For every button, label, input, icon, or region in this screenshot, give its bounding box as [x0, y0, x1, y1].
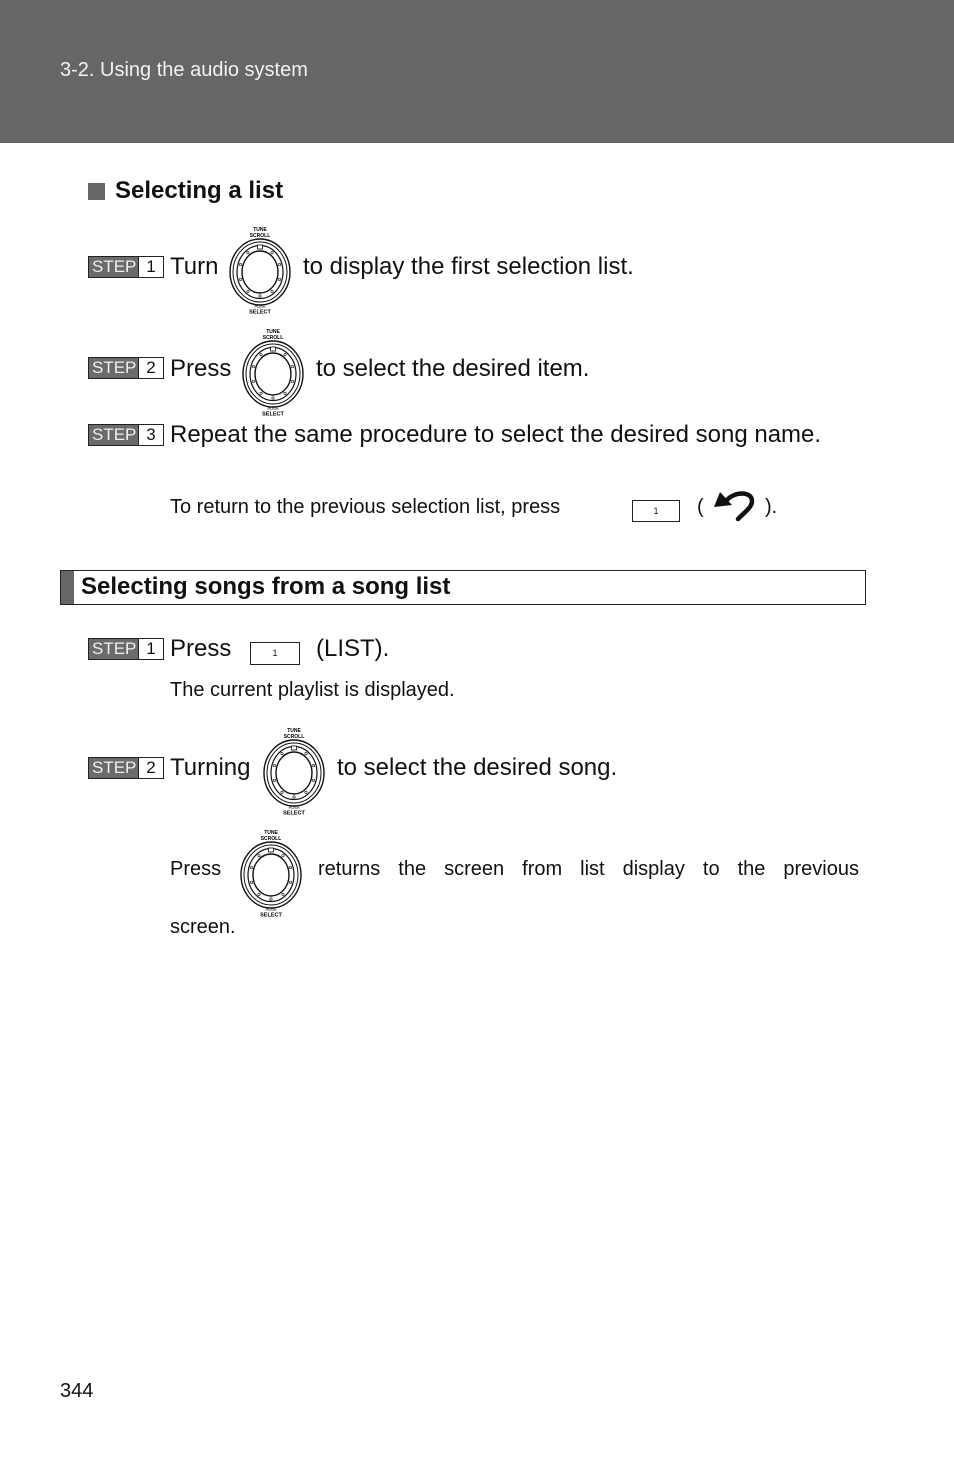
note-text: screen.	[170, 916, 236, 938]
step-text: to select the desired item.	[316, 355, 590, 382]
step-badge: STEP 3	[88, 424, 164, 446]
step-number: 2	[138, 358, 163, 378]
step-number: 1	[138, 257, 163, 277]
preset-button-1: 1	[632, 500, 680, 522]
svg-text:PUSH: PUSH	[267, 406, 278, 411]
section-heading-text: Selecting songs from a song list	[81, 573, 451, 600]
step-text: Turn	[170, 253, 219, 280]
tune-scroll-knob-icon: TUNE SCROLL PUSH SELECT	[241, 328, 305, 416]
paren-open: (	[697, 496, 704, 518]
note-text: returns the screen from list display to …	[318, 858, 859, 880]
step-text: Press	[170, 635, 232, 662]
svg-text:SCROLL: SCROLL	[250, 233, 271, 239]
section-heading-text: Selecting a list	[115, 177, 284, 204]
svg-text:SCROLL: SCROLL	[284, 734, 305, 740]
svg-text:SCROLL: SCROLL	[261, 836, 282, 842]
step-number: 1	[138, 639, 163, 659]
step-text: to select the desired song.	[337, 754, 618, 781]
note-text: Press	[170, 858, 222, 880]
svg-text:SELECT: SELECT	[249, 310, 271, 315]
svg-text:SELECT: SELECT	[262, 412, 284, 417]
note-text: To return to the previous selection list…	[170, 496, 561, 518]
step-text: Repeat the same procedure to select the …	[170, 421, 822, 448]
step-label: STEP	[89, 425, 138, 445]
svg-text:PUSH: PUSH	[265, 907, 276, 912]
page-number: 344	[60, 1380, 94, 1402]
step-label: STEP	[89, 758, 138, 778]
svg-text:SELECT: SELECT	[260, 913, 282, 918]
step-text: Press	[170, 355, 232, 382]
step-text: to display the first selection list.	[303, 253, 634, 280]
tune-scroll-knob-icon: TUNE SCROLL PUSH SELECT	[228, 226, 292, 314]
svg-text:SCROLL: SCROLL	[263, 335, 284, 341]
step-text: (LIST).	[316, 635, 390, 662]
step-badge: STEP 2	[88, 357, 164, 379]
svg-text:PUSH: PUSH	[288, 805, 299, 810]
paren-close: ).	[765, 496, 778, 518]
page-header: 3-2. Using the audio system	[0, 0, 954, 143]
step-text: Turning	[170, 754, 251, 781]
step-result-text: The current playlist is displayed.	[170, 679, 455, 701]
square-bullet-icon	[88, 182, 105, 200]
tune-scroll-knob-icon: TUNE SCROLL PUSH SELECT	[262, 727, 326, 815]
step-badge: STEP 2	[88, 757, 164, 779]
back-arrow-icon	[712, 487, 758, 528]
step-label: STEP	[89, 639, 138, 659]
step-label: STEP	[89, 358, 138, 378]
svg-text:SELECT: SELECT	[283, 811, 305, 816]
section-heading-box: Selecting songs from a song list	[60, 570, 866, 605]
step-badge: STEP 1	[88, 256, 164, 278]
svg-text:PUSH: PUSH	[254, 304, 265, 309]
preset-button-1: 1	[250, 642, 300, 665]
step-badge: STEP 1	[88, 638, 164, 660]
heading-accent-bar	[61, 571, 74, 604]
chapter-title: 3-2. Using the audio system	[60, 59, 308, 81]
step-number: 2	[138, 758, 163, 778]
tune-scroll-knob-icon: TUNE SCROLL PUSH SELECT	[239, 829, 303, 917]
section-heading-selecting-a-list: Selecting a list	[88, 177, 283, 205]
step-label: STEP	[89, 257, 138, 277]
step-number: 3	[138, 425, 163, 445]
